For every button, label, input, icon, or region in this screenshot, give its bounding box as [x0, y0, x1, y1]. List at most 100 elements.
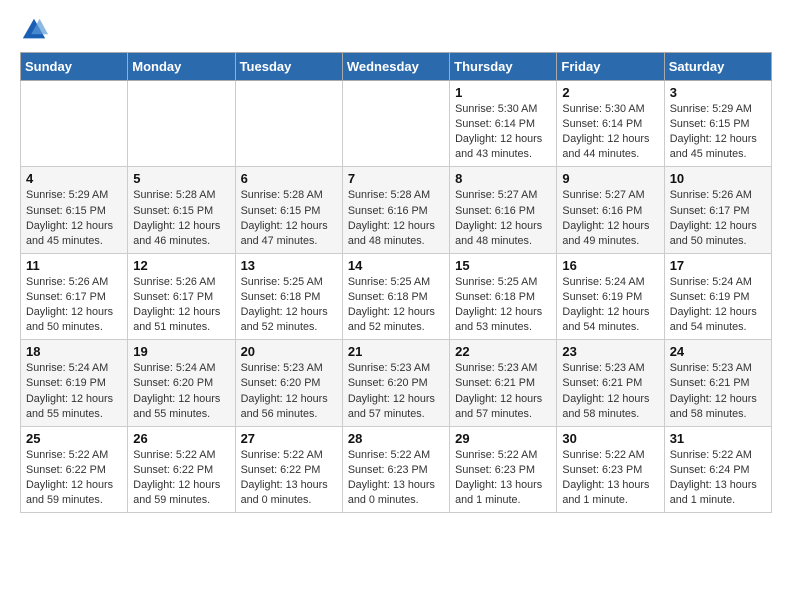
day-info: Sunrise: 5:25 AM Sunset: 6:18 PM Dayligh… [348, 275, 444, 335]
calendar-cell [21, 81, 128, 167]
calendar-cell: 5Sunrise: 5:28 AM Sunset: 6:15 PM Daylig… [128, 167, 235, 253]
calendar-cell: 17Sunrise: 5:24 AM Sunset: 6:19 PM Dayli… [664, 253, 771, 339]
day-info: Sunrise: 5:26 AM Sunset: 6:17 PM Dayligh… [670, 188, 766, 248]
calendar-cell: 15 Sunrise: 5:25 AM Sunset: 6:18 PM Dayli… [450, 253, 557, 339]
weekday-tuesday: Tuesday [235, 53, 342, 81]
day-info: Sunrise: 5:30 AM Sunset: 6:14 PM Dayligh… [562, 102, 658, 162]
day-number: 29 [455, 431, 551, 446]
logo-icon [20, 16, 48, 44]
weekday-wednesday: Wednesday [342, 53, 449, 81]
calendar-cell: 16 Sunrise: 5:24 AM Sunset: 6:19 PM Dayli… [557, 253, 664, 339]
calendar-table: SundayMondayTuesdayWednesdayThursdayFrid… [20, 52, 772, 513]
calendar-cell: 29Sunrise: 5:22 AM Sunset: 6:23 PM Dayli… [450, 426, 557, 512]
weekday-header-row: SundayMondayTuesdayWednesdayThursdayFrid… [21, 53, 772, 81]
day-number: 25 [26, 431, 122, 446]
calendar-cell: 6 Sunrise: 5:28 AM Sunset: 6:15 PM Daylig… [235, 167, 342, 253]
day-number: 1 [455, 85, 551, 100]
calendar-week-4: 18Sunrise: 5:24 AM Sunset: 6:19 PM Dayli… [21, 340, 772, 426]
day-info: Sunrise: 5:23 AM Sunset: 6:21 PM Dayligh… [670, 361, 766, 421]
day-number: 3 [670, 85, 766, 100]
day-info: Sunrise: 5:28 AM Sunset: 6:15 PM Dayligh… [133, 188, 229, 248]
calendar-week-3: 11 Sunrise: 5:26 AM Sunset: 6:17 PM Dayli… [21, 253, 772, 339]
day-info: Sunrise: 5:24 AM Sunset: 6:19 PM Dayligh… [562, 275, 658, 335]
day-number: 26 [133, 431, 229, 446]
day-info: Sunrise: 5:22 AM Sunset: 6:23 PM Dayligh… [348, 448, 444, 508]
calendar-cell [235, 81, 342, 167]
logo [20, 16, 52, 44]
day-info: Sunrise: 5:25 AM Sunset: 6:18 PM Dayligh… [241, 275, 337, 335]
day-number: 6 [241, 171, 337, 186]
day-number: 27 [241, 431, 337, 446]
calendar-body: 1 Sunrise: 5:30 AM Sunset: 6:14 PM Daylig… [21, 81, 772, 513]
day-number: 7 [348, 171, 444, 186]
day-number: 11 [26, 258, 122, 273]
day-info: Sunrise: 5:23 AM Sunset: 6:21 PM Dayligh… [455, 361, 551, 421]
day-number: 20 [241, 344, 337, 359]
day-info: Sunrise: 5:29 AM Sunset: 6:15 PM Dayligh… [670, 102, 766, 162]
calendar-cell: 20 Sunrise: 5:23 AM Sunset: 6:20 PM Dayli… [235, 340, 342, 426]
calendar-cell: 3 Sunrise: 5:29 AM Sunset: 6:15 PM Daylig… [664, 81, 771, 167]
weekday-monday: Monday [128, 53, 235, 81]
calendar-cell: 25 Sunrise: 5:22 AM Sunset: 6:22 PM Dayli… [21, 426, 128, 512]
day-info: Sunrise: 5:22 AM Sunset: 6:22 PM Dayligh… [133, 448, 229, 508]
calendar-week-1: 1 Sunrise: 5:30 AM Sunset: 6:14 PM Daylig… [21, 81, 772, 167]
calendar-cell: 2 Sunrise: 5:30 AM Sunset: 6:14 PM Daylig… [557, 81, 664, 167]
day-number: 18 [26, 344, 122, 359]
weekday-sunday: Sunday [21, 53, 128, 81]
calendar-cell: 26 Sunrise: 5:22 AM Sunset: 6:22 PM Dayli… [128, 426, 235, 512]
day-info: Sunrise: 5:25 AM Sunset: 6:18 PM Dayligh… [455, 275, 551, 335]
day-number: 30 [562, 431, 658, 446]
calendar-cell: 9 Sunrise: 5:27 AM Sunset: 6:16 PM Daylig… [557, 167, 664, 253]
calendar-cell: 19Sunrise: 5:24 AM Sunset: 6:20 PM Dayli… [128, 340, 235, 426]
day-number: 2 [562, 85, 658, 100]
day-info: Sunrise: 5:26 AM Sunset: 6:17 PM Dayligh… [26, 275, 122, 335]
day-info: Sunrise: 5:22 AM Sunset: 6:22 PM Dayligh… [241, 448, 337, 508]
calendar-cell: 31 Sunrise: 5:22 AM Sunset: 6:24 PM Dayli… [664, 426, 771, 512]
day-number: 31 [670, 431, 766, 446]
day-number: 23 [562, 344, 658, 359]
weekday-saturday: Saturday [664, 53, 771, 81]
day-info: Sunrise: 5:28 AM Sunset: 6:15 PM Dayligh… [241, 188, 337, 248]
calendar-cell: 13 Sunrise: 5:25 AM Sunset: 6:18 PM Dayli… [235, 253, 342, 339]
calendar-cell: 11 Sunrise: 5:26 AM Sunset: 6:17 PM Dayli… [21, 253, 128, 339]
header [20, 16, 772, 44]
day-number: 22 [455, 344, 551, 359]
calendar-cell [128, 81, 235, 167]
day-info: Sunrise: 5:28 AM Sunset: 6:16 PM Dayligh… [348, 188, 444, 248]
calendar-cell: 1 Sunrise: 5:30 AM Sunset: 6:14 PM Daylig… [450, 81, 557, 167]
day-info: Sunrise: 5:26 AM Sunset: 6:17 PM Dayligh… [133, 275, 229, 335]
day-info: Sunrise: 5:24 AM Sunset: 6:20 PM Dayligh… [133, 361, 229, 421]
day-info: Sunrise: 5:23 AM Sunset: 6:20 PM Dayligh… [348, 361, 444, 421]
day-number: 16 [562, 258, 658, 273]
calendar-header: SundayMondayTuesdayWednesdayThursdayFrid… [21, 53, 772, 81]
calendar-cell: 10 Sunrise: 5:26 AM Sunset: 6:17 PM Dayli… [664, 167, 771, 253]
day-number: 8 [455, 171, 551, 186]
day-number: 17 [670, 258, 766, 273]
calendar-cell: 23Sunrise: 5:23 AM Sunset: 6:21 PM Dayli… [557, 340, 664, 426]
day-number: 9 [562, 171, 658, 186]
calendar-cell: 30Sunrise: 5:22 AM Sunset: 6:23 PM Dayli… [557, 426, 664, 512]
day-info: Sunrise: 5:29 AM Sunset: 6:15 PM Dayligh… [26, 188, 122, 248]
calendar-cell: 22 Sunrise: 5:23 AM Sunset: 6:21 PM Dayli… [450, 340, 557, 426]
day-number: 21 [348, 344, 444, 359]
calendar-cell: 7 Sunrise: 5:28 AM Sunset: 6:16 PM Daylig… [342, 167, 449, 253]
calendar-cell [342, 81, 449, 167]
calendar-cell: 18Sunrise: 5:24 AM Sunset: 6:19 PM Dayli… [21, 340, 128, 426]
calendar-week-2: 4Sunrise: 5:29 AM Sunset: 6:15 PM Daylig… [21, 167, 772, 253]
day-info: Sunrise: 5:23 AM Sunset: 6:20 PM Dayligh… [241, 361, 337, 421]
calendar-cell: 27 Sunrise: 5:22 AM Sunset: 6:22 PM Dayli… [235, 426, 342, 512]
day-number: 15 [455, 258, 551, 273]
page-container: SundayMondayTuesdayWednesdayThursdayFrid… [0, 0, 792, 523]
day-info: Sunrise: 5:27 AM Sunset: 6:16 PM Dayligh… [562, 188, 658, 248]
day-info: Sunrise: 5:27 AM Sunset: 6:16 PM Dayligh… [455, 188, 551, 248]
day-number: 28 [348, 431, 444, 446]
day-number: 13 [241, 258, 337, 273]
day-info: Sunrise: 5:22 AM Sunset: 6:22 PM Dayligh… [26, 448, 122, 508]
calendar-cell: 8 Sunrise: 5:27 AM Sunset: 6:16 PM Daylig… [450, 167, 557, 253]
calendar-cell: 21 Sunrise: 5:23 AM Sunset: 6:20 PM Dayli… [342, 340, 449, 426]
calendar-cell: 14Sunrise: 5:25 AM Sunset: 6:18 PM Dayli… [342, 253, 449, 339]
weekday-thursday: Thursday [450, 53, 557, 81]
day-number: 10 [670, 171, 766, 186]
day-info: Sunrise: 5:22 AM Sunset: 6:24 PM Dayligh… [670, 448, 766, 508]
day-info: Sunrise: 5:30 AM Sunset: 6:14 PM Dayligh… [455, 102, 551, 162]
